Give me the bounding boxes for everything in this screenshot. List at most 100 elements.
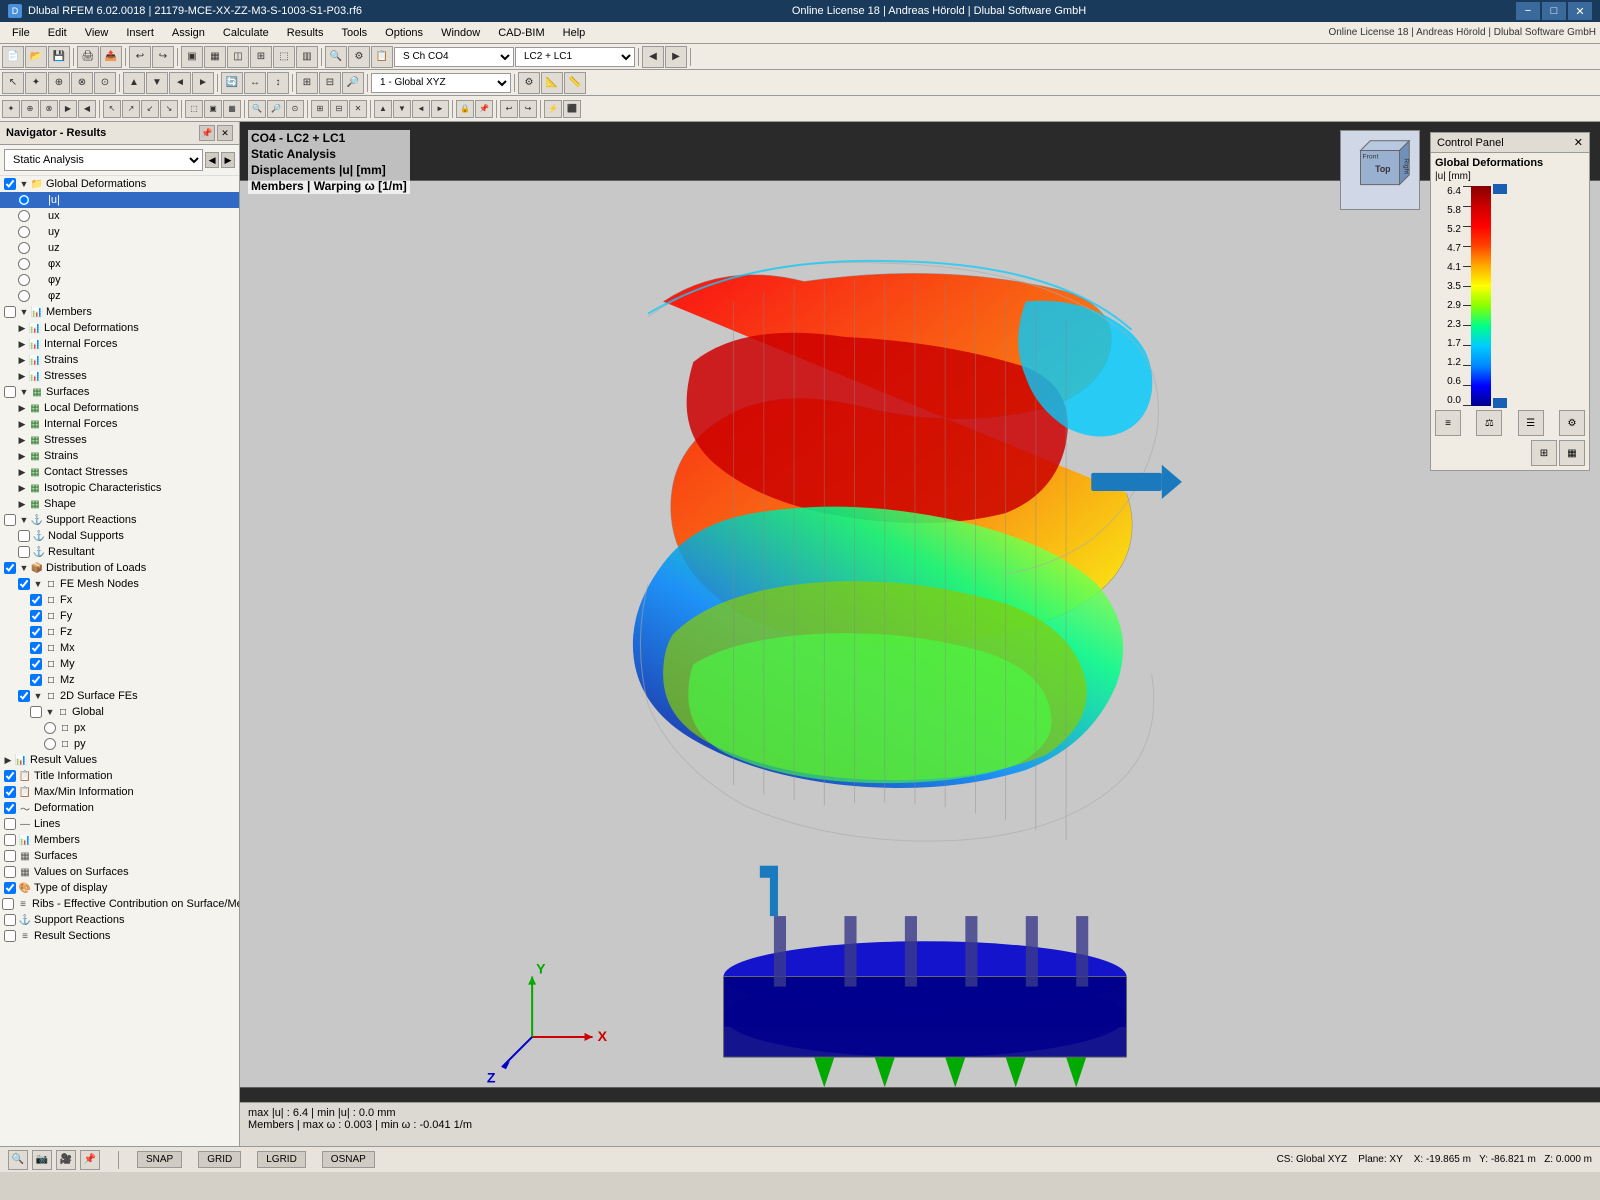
tree-item-ribs[interactable]: ≡ Ribs - Effective Contribution on Surfa… (0, 896, 239, 912)
tree-item-maxmin-information[interactable]: 📋 Max/Min Information (0, 784, 239, 800)
tb2-btn-1[interactable]: ↖ (2, 72, 24, 94)
tb3-btn-5[interactable]: ◀ (78, 100, 96, 118)
tb2-btn-10[interactable]: 🔄 (221, 72, 243, 94)
tb3-btn-17[interactable]: ⊟ (330, 100, 348, 118)
resultant-checkbox[interactable] (18, 546, 30, 558)
px-radio[interactable] (44, 722, 56, 734)
tb-next[interactable]: ▶ (665, 46, 687, 68)
tree-item-phiz[interactable]: φz (0, 288, 239, 304)
surfaces-nav-checkbox[interactable] (4, 850, 16, 862)
u-abs-radio[interactable] (18, 194, 30, 206)
redo-button[interactable]: ↪ (152, 46, 174, 68)
lgrid-button[interactable]: LGRID (257, 1151, 306, 1168)
tree-item-resultant[interactable]: ⚓ Resultant (0, 544, 239, 560)
loadcase-combo[interactable]: LC2 + LC1 (515, 47, 635, 67)
phiy-radio[interactable] (18, 274, 30, 286)
tb3-btn-10[interactable]: ⬚ (185, 100, 203, 118)
deformation-checkbox[interactable] (4, 802, 16, 814)
fy-checkbox[interactable] (30, 610, 42, 622)
tb2-btn-7[interactable]: ▼ (146, 72, 168, 94)
tree-item-internal-forces-surf[interactable]: ▶ ▦ Internal Forces (0, 416, 239, 432)
tree-item-local-def-surf[interactable]: ▶ ▦ Local Deformations (0, 400, 239, 416)
tree-item-lines[interactable]: — Lines (0, 816, 239, 832)
tb3-btn-18[interactable]: ✕ (349, 100, 367, 118)
tree-item-surfaces[interactable]: ▼ ▦ Surfaces (0, 384, 239, 400)
ux-radio[interactable] (18, 210, 30, 222)
menu-window[interactable]: Window (433, 25, 488, 41)
maxmin-info-checkbox[interactable] (4, 786, 16, 798)
tree-item-ux[interactable]: ux (0, 208, 239, 224)
menu-tools[interactable]: Tools (333, 25, 375, 41)
2d-surface-fes-checkbox[interactable] (18, 690, 30, 702)
global-2d-toggle[interactable]: ▼ (44, 706, 56, 718)
tb2-btn-11[interactable]: ↔ (244, 72, 266, 94)
cp-icon-btn-2[interactable]: ⚖ (1476, 410, 1502, 436)
phix-radio[interactable] (18, 258, 30, 270)
status-icon-2[interactable]: 📷 (32, 1150, 52, 1170)
lines-checkbox[interactable] (4, 818, 16, 830)
tree-item-result-sections[interactable]: ≡ Result Sections (0, 928, 239, 944)
members-nav-checkbox[interactable] (4, 834, 16, 846)
values-on-surfaces-checkbox[interactable] (4, 866, 16, 878)
tb3-btn-3[interactable]: ⊗ (40, 100, 58, 118)
int-forces-m-toggle[interactable]: ▶ (16, 338, 28, 350)
tb-btn-2[interactable]: ▦ (204, 46, 226, 68)
open-button[interactable]: 📂 (25, 46, 47, 68)
tree-item-global-deformations[interactable]: ▼ 📁 Global Deformations (0, 176, 239, 192)
result-sections-checkbox[interactable] (4, 930, 16, 942)
export-button[interactable]: 📤 (100, 46, 122, 68)
system-combo[interactable]: S Ch CO4 (394, 47, 514, 67)
menu-results[interactable]: Results (279, 25, 332, 41)
tree-item-fx[interactable]: □ Fx (0, 592, 239, 608)
osnap-button[interactable]: OSNAP (322, 1151, 375, 1168)
cp-zoom-btn-1[interactable]: ⊞ (1531, 440, 1557, 466)
isotropic-toggle[interactable]: ▶ (16, 482, 28, 494)
uy-radio[interactable] (18, 226, 30, 238)
tb-btn-6[interactable]: ▥ (296, 46, 318, 68)
tb3-btn-2[interactable]: ⊕ (21, 100, 39, 118)
tree-item-distribution-loads[interactable]: ▼ 📦 Distribution of Loads (0, 560, 239, 576)
tb3-btn-12[interactable]: ▦ (223, 100, 241, 118)
close-button[interactable]: ✕ (1568, 2, 1592, 20)
tb3-btn-8[interactable]: ↙ (141, 100, 159, 118)
support-reactions-nav-checkbox[interactable] (4, 914, 16, 926)
my-checkbox[interactable] (30, 658, 42, 670)
tree-item-support-reactions[interactable]: ▼ ⚓ Support Reactions (0, 512, 239, 528)
tb3-btn-15[interactable]: ⊙ (286, 100, 304, 118)
tree-item-fe-mesh-nodes[interactable]: ▼ □ FE Mesh Nodes (0, 576, 239, 592)
tree-item-phix[interactable]: φx (0, 256, 239, 272)
tree-item-strains-surf[interactable]: ▶ ▦ Strains (0, 448, 239, 464)
tb3-btn-22[interactable]: ► (431, 100, 449, 118)
tb2-btn-5[interactable]: ⊙ (94, 72, 116, 94)
tb2-btn-14[interactable]: ⊟ (319, 72, 341, 94)
tree-item-global-2d[interactable]: ▼ □ Global (0, 704, 239, 720)
menu-edit[interactable]: Edit (40, 25, 75, 41)
print-button[interactable]: 🖨 (77, 46, 99, 68)
tree-item-title-information[interactable]: 📋 Title Information (0, 768, 239, 784)
fe-mesh-nodes-checkbox[interactable] (18, 578, 30, 590)
tree-item-members[interactable]: ▼ 📊 Members (0, 304, 239, 320)
menu-help[interactable]: Help (555, 25, 594, 41)
surfaces-toggle[interactable]: ▼ (18, 386, 30, 398)
tb3-btn-13[interactable]: 🔍 (248, 100, 266, 118)
nav-next-button[interactable]: ▶ (221, 152, 235, 168)
strains-s-toggle[interactable]: ▶ (16, 450, 28, 462)
tree-item-deformation[interactable]: 〜 Deformation (0, 800, 239, 816)
tb2-btn-12[interactable]: ↕ (267, 72, 289, 94)
nodal-supports-checkbox[interactable] (18, 530, 30, 542)
fx-checkbox[interactable] (30, 594, 42, 606)
view-combo[interactable]: 1 - Global XYZ (371, 73, 511, 93)
tb2-btn-16[interactable]: ⚙ (518, 72, 540, 94)
nav-close-button[interactable]: ✕ (217, 125, 233, 141)
py-radio[interactable] (44, 738, 56, 750)
members-checkbox[interactable] (4, 306, 16, 318)
menu-file[interactable]: File (4, 25, 38, 41)
tb3-btn-1[interactable]: ✦ (2, 100, 20, 118)
mx-checkbox[interactable] (30, 642, 42, 654)
distribution-loads-toggle[interactable]: ▼ (18, 562, 30, 574)
mz-checkbox[interactable] (30, 674, 42, 686)
local-def-toggle[interactable]: ▶ (16, 322, 28, 334)
tree-item-nodal-supports[interactable]: ⚓ Nodal Supports (0, 528, 239, 544)
global-deformations-checkbox[interactable] (4, 178, 16, 190)
stresses-s-toggle[interactable]: ▶ (16, 434, 28, 446)
